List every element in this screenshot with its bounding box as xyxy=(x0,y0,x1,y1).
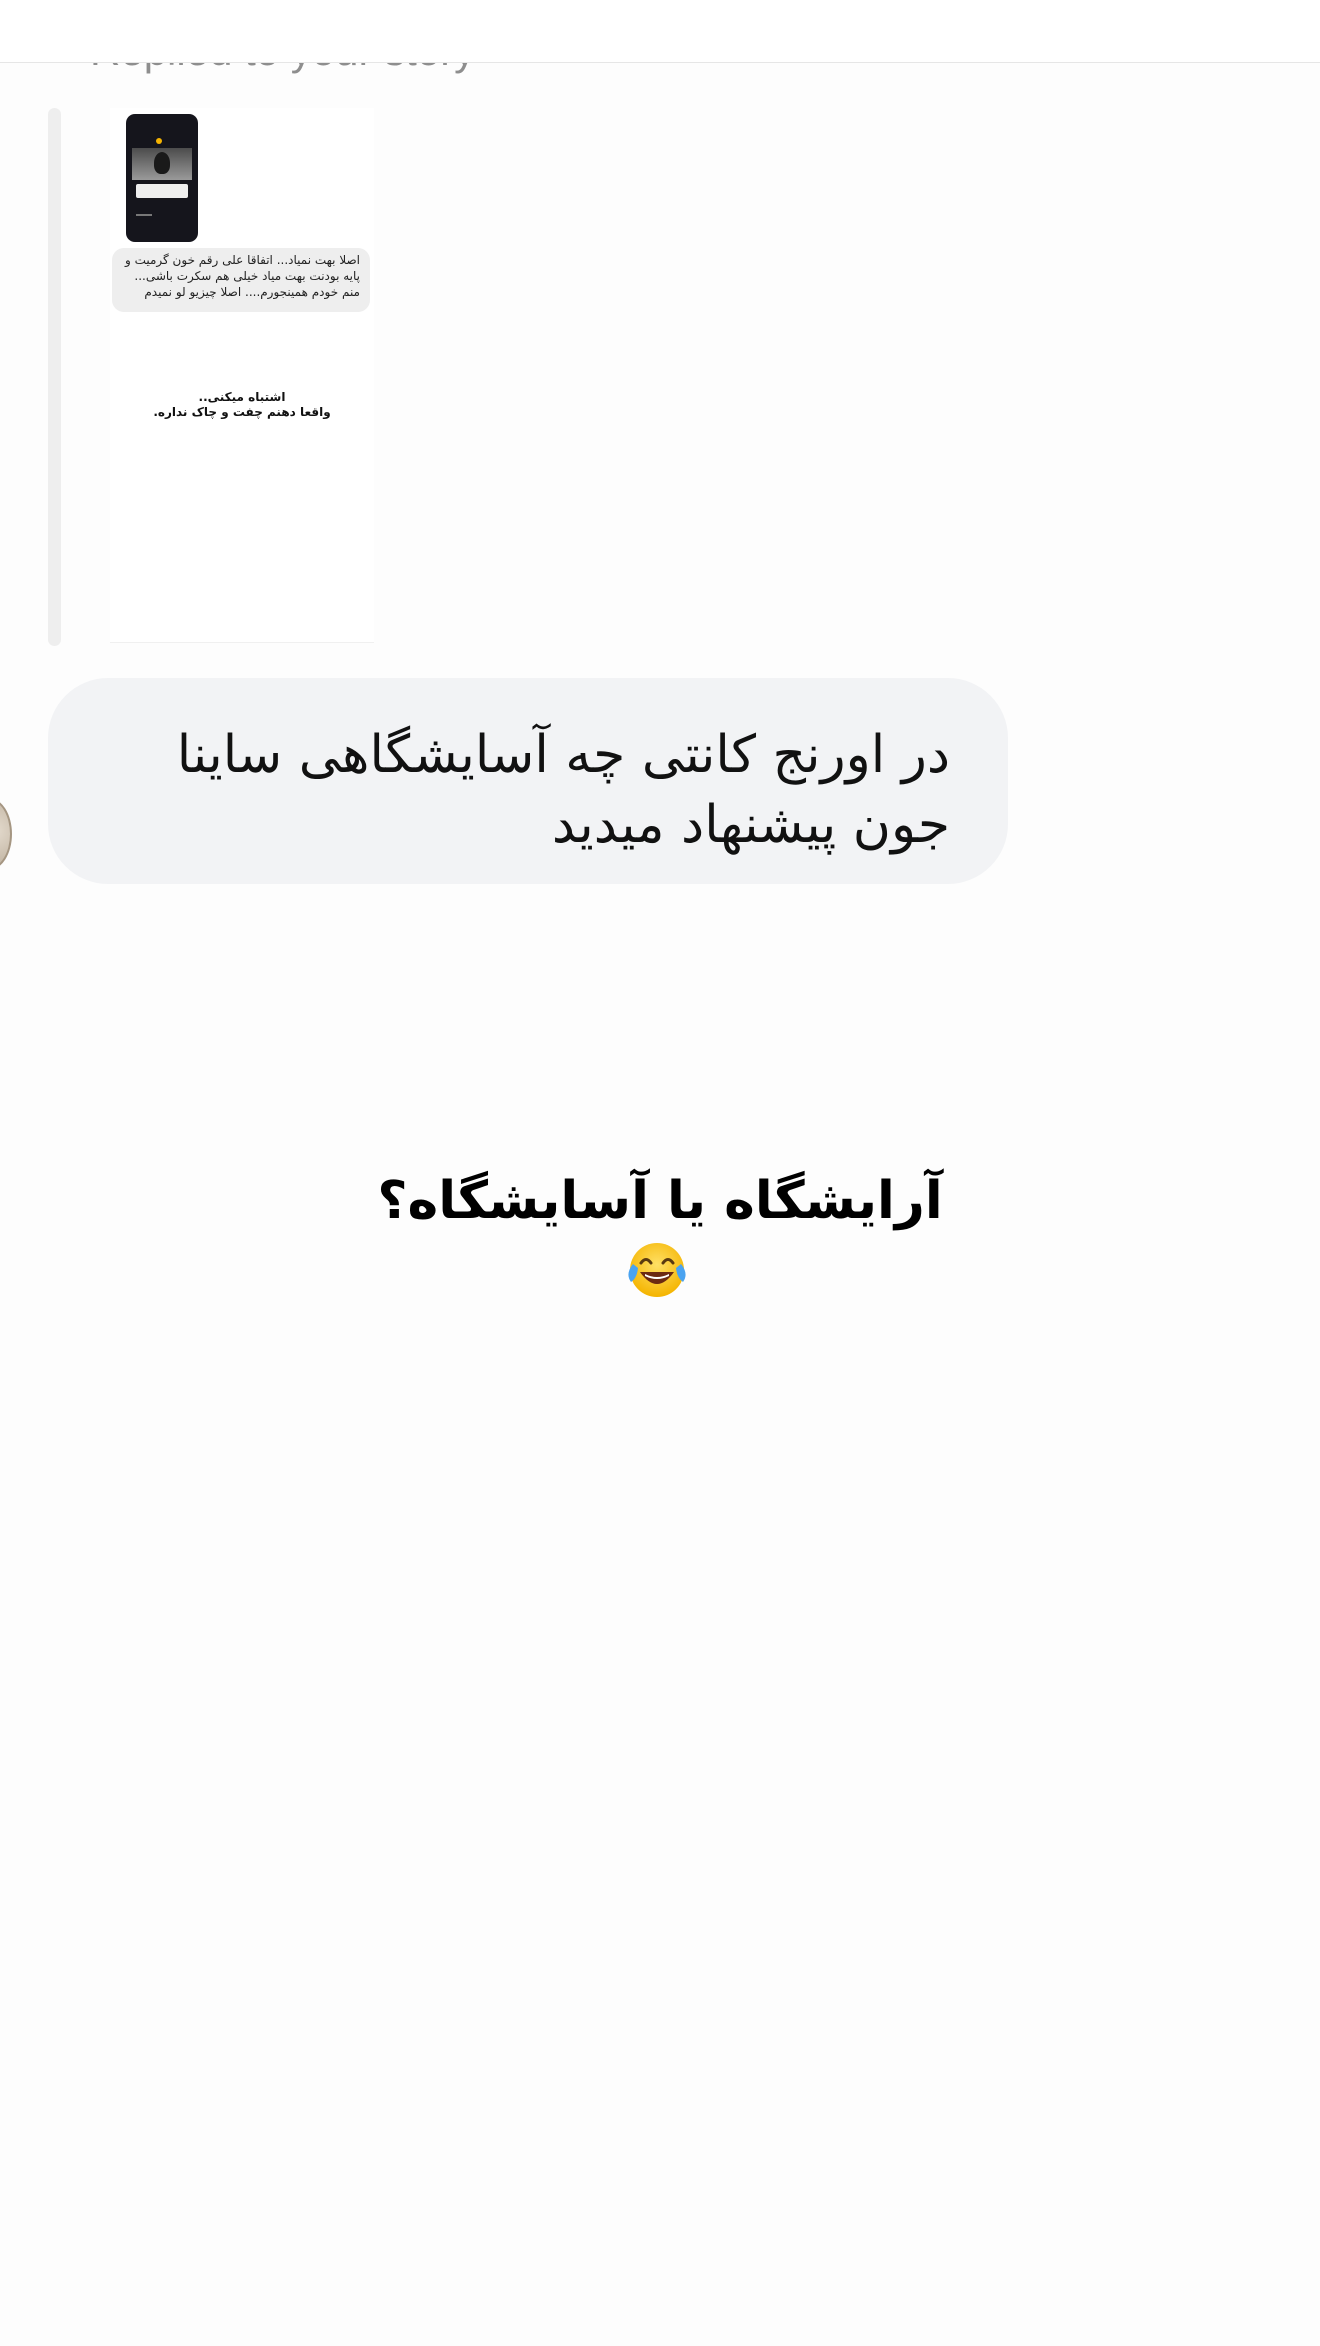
story-phone-line xyxy=(136,214,152,216)
story-sticker-line: واقعا دهنم چفت و چاک نداره. xyxy=(153,405,331,419)
top-bar xyxy=(0,0,1320,63)
story-sticker-line: اشتباه میکنی.. xyxy=(198,390,286,404)
overlay-text: آرایشگاه یا آسایشگاه؟ xyxy=(377,1171,943,1231)
story-comment-bubble: اصلا بهت نمیاد... اتفاقا علی رقم خون گرم… xyxy=(112,248,370,312)
avatar[interactable] xyxy=(0,798,12,870)
reply-quote-bar xyxy=(48,108,61,646)
message-text: در اورنج کانتی چه آسایشگاهی ساینا جون پی… xyxy=(176,725,950,855)
story-sticker-text: اشتباه میکنی.. واقعا دهنم چفت و چاک ندار… xyxy=(110,390,374,420)
face-with-tears-of-joy-icon xyxy=(628,1243,686,1297)
message-bubble[interactable]: در اورنج کانتی چه آسایشگاهی ساینا جون پی… xyxy=(48,678,1008,884)
story-comment-line: پایه بودنت بهت میاد خیلی هم سکرت باشی... xyxy=(134,269,360,283)
story-comment-line: منم خودم همینجورم.... اصلا چیزیو لو نمید… xyxy=(144,285,360,299)
story-phone-caption xyxy=(136,184,188,198)
story-phone-person xyxy=(154,152,170,174)
story-phone-badge xyxy=(156,138,162,144)
story-comment-line: اصلا بهت نمیاد... اتفاقا علی رقم خون گرم… xyxy=(124,253,360,267)
story-screenshot-thumbnail xyxy=(126,114,198,242)
story-preview[interactable]: اصلا بهت نمیاد... اتفاقا علی رقم خون گرم… xyxy=(110,108,374,643)
